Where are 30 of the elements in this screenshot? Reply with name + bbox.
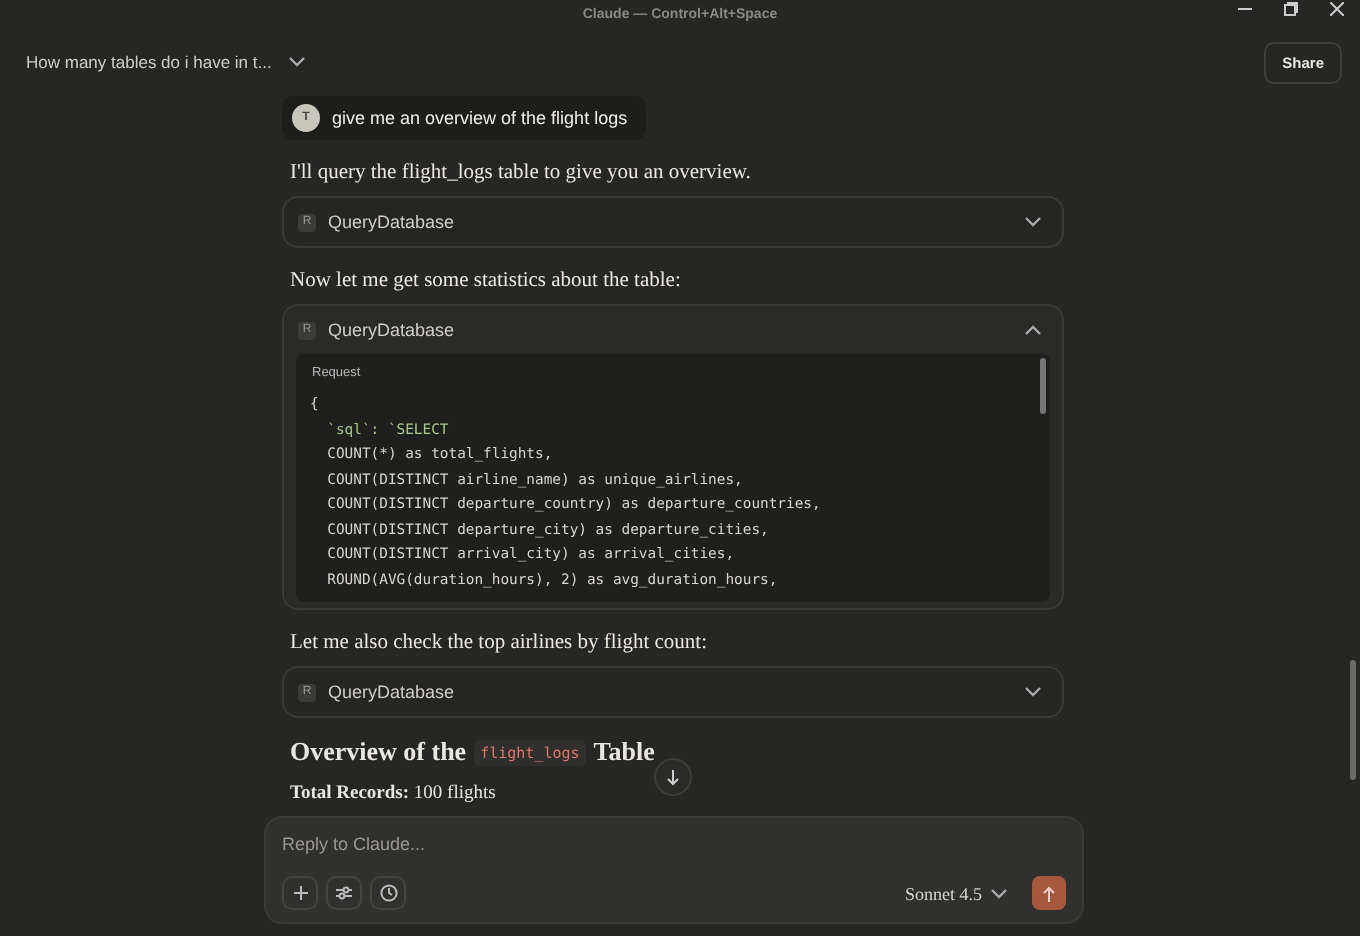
tool-name: QueryDatabase: [328, 320, 457, 340]
conversation-title[interactable]: How many tables do i have in t...: [26, 52, 272, 72]
minimize-icon[interactable]: [1238, 2, 1252, 16]
assistant-text: Let me also check the top airlines by flight count:: [290, 632, 709, 654]
send-button[interactable]: [1032, 876, 1066, 910]
add-button[interactable]: [282, 876, 318, 910]
sliders-icon: [336, 886, 352, 900]
user-message-text: give me an overview of the flight logs: [332, 108, 628, 128]
scrollbar[interactable]: [1350, 660, 1356, 780]
stat-text: Total Records: 100 flights: [290, 784, 498, 804]
heading-text: Table: [593, 736, 655, 768]
assistant-text: Now let me get some statistics about the table:: [290, 270, 683, 292]
tool-name: QueryDatabase: [328, 212, 457, 232]
tool-name: QueryDatabase: [328, 682, 457, 702]
dropdown-chevron-icon: [287, 56, 306, 68]
heading-text: Overview of the: [290, 736, 467, 768]
down-arrow-icon: [666, 769, 680, 785]
plus-icon: [293, 886, 307, 900]
up-arrow-icon: [1042, 885, 1056, 901]
tools-button[interactable]: [326, 876, 362, 910]
model-selector[interactable]: Sonnet 4.5: [904, 883, 1008, 903]
scroll-down-button[interactable]: [654, 758, 692, 796]
history-button[interactable]: [370, 876, 406, 910]
chevron-icon: [990, 887, 1008, 899]
assistant-text: I'll query the flight_logs table to give you an overview.: [290, 162, 753, 184]
reply-input-field[interactable]: Reply to Claude...: [282, 834, 882, 854]
clock-icon: [379, 884, 397, 902]
restore-icon[interactable]: [1284, 2, 1298, 16]
scrollbar[interactable]: [1040, 358, 1046, 414]
close-icon[interactable]: [1330, 2, 1344, 16]
